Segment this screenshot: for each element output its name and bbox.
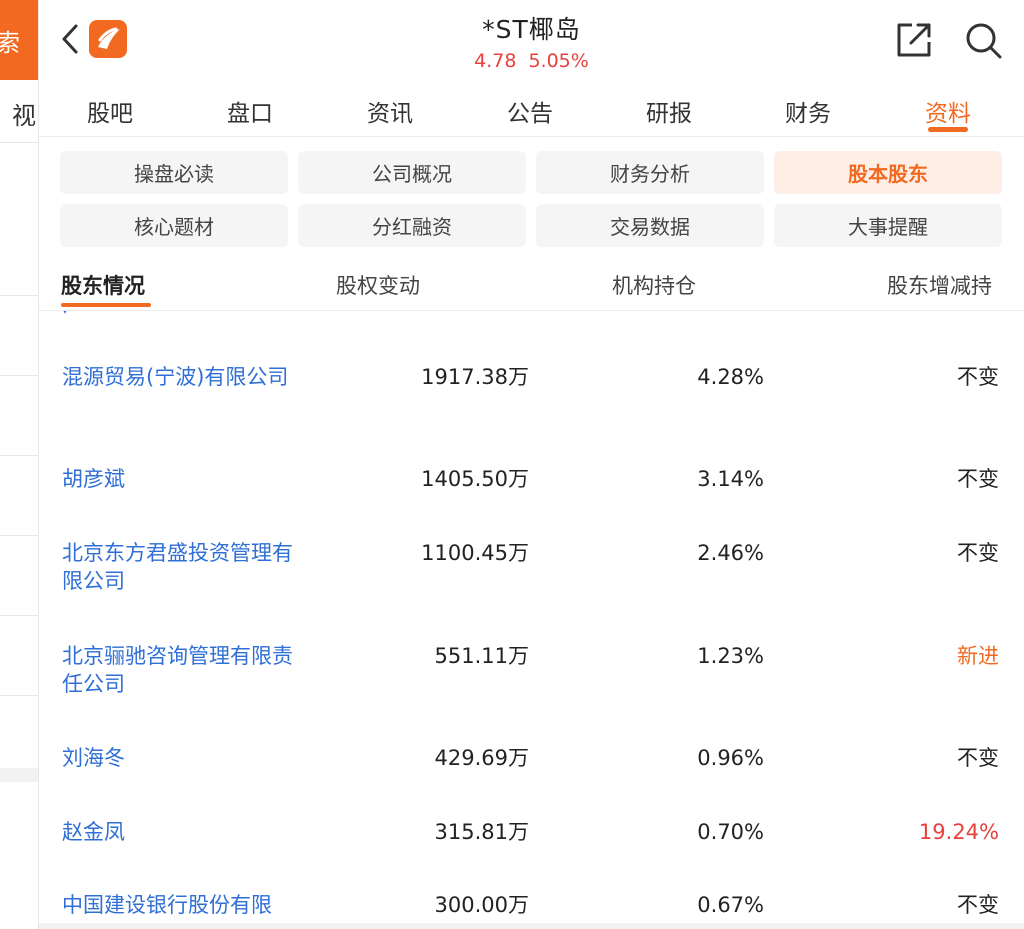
stock-price: 4.78 bbox=[474, 50, 517, 72]
holding-ratio: 0.70% bbox=[697, 820, 764, 844]
section-financial-analysis[interactable]: 财务分析 bbox=[536, 151, 764, 194]
left-search-tab[interactable]: 索 bbox=[0, 0, 38, 80]
holding-ratio: 0.96% bbox=[697, 746, 764, 770]
tab-research[interactable]: 研报 bbox=[646, 94, 692, 128]
search-icon bbox=[966, 23, 1002, 59]
subtab-equity-changes[interactable]: 股权变动 bbox=[336, 270, 420, 300]
tab-pankou[interactable]: 盘口 bbox=[227, 94, 273, 128]
share-icon bbox=[897, 23, 931, 57]
search-button[interactable] bbox=[963, 20, 1003, 60]
header: *ST椰岛 4.78 5.05% bbox=[39, 0, 1024, 80]
stock-name: *ST椰岛 bbox=[482, 15, 581, 44]
divider bbox=[0, 295, 38, 296]
section-trading-must-read[interactable]: 操盘必读 bbox=[60, 151, 288, 194]
divider bbox=[0, 535, 38, 536]
holding-change: 不变 bbox=[957, 746, 999, 770]
holding-ratio: 0.67% bbox=[697, 893, 764, 917]
divider bbox=[0, 455, 38, 456]
holding-change: 不变 bbox=[957, 467, 999, 491]
shareholder-name[interactable]: 中国建设银行股份有限 bbox=[62, 891, 294, 919]
stock-title-area: *ST椰岛 4.78 5.05% bbox=[39, 10, 1024, 72]
shareholder-table: ▾ 混源贸易(宁波)有限公司 1917.38万 4.28% 不变 胡彦斌 140… bbox=[39, 311, 1024, 923]
active-tab-indicator bbox=[928, 127, 968, 132]
holding-change: 新进 bbox=[957, 644, 999, 668]
shares-held: 429.69万 bbox=[434, 746, 529, 770]
holding-change: 不变 bbox=[957, 893, 999, 917]
section-core-themes[interactable]: 核心题材 bbox=[60, 204, 288, 247]
tab-announcements[interactable]: 公告 bbox=[507, 94, 553, 128]
main-nav: 股吧 盘口 资讯 公告 研报 财务 资料 bbox=[39, 80, 1024, 137]
tab-news[interactable]: 资讯 bbox=[367, 94, 413, 128]
divider-band bbox=[0, 768, 38, 782]
divider bbox=[0, 615, 38, 616]
holding-change: 不变 bbox=[957, 541, 999, 565]
left-underlying-panel: 索 视 bbox=[0, 0, 39, 929]
holding-change: 不变 bbox=[957, 365, 999, 389]
shares-held: 551.11万 bbox=[434, 644, 529, 668]
tab-guba[interactable]: 股吧 bbox=[87, 94, 133, 128]
holding-ratio: 3.14% bbox=[697, 467, 764, 491]
shareholder-name[interactable]: 胡彦斌 bbox=[62, 465, 294, 493]
divider bbox=[0, 375, 38, 376]
shareholder-name[interactable]: 北京东方君盛投资管理有限公司 bbox=[62, 539, 294, 595]
shares-held: 300.00万 bbox=[434, 893, 529, 917]
section-company-overview[interactable]: 公司概况 bbox=[298, 151, 526, 194]
left-tab-label: 索 bbox=[0, 23, 20, 58]
shares-held: 1405.50万 bbox=[421, 467, 529, 491]
active-subtab-indicator bbox=[61, 303, 151, 307]
holding-change: 19.24% bbox=[918, 820, 999, 844]
shareholder-name[interactable]: 刘海冬 bbox=[62, 744, 294, 772]
divider bbox=[0, 142, 38, 143]
shares-held: 1917.38万 bbox=[421, 365, 529, 389]
shareholder-name[interactable]: 赵金凤 bbox=[62, 818, 294, 846]
divider bbox=[0, 695, 38, 696]
share-button[interactable] bbox=[894, 20, 934, 60]
holding-ratio: 2.46% bbox=[697, 541, 764, 565]
stock-quote: 4.78 5.05% bbox=[39, 50, 1024, 72]
section-events[interactable]: 大事提醒 bbox=[774, 204, 1002, 247]
tab-profile[interactable]: 资料 bbox=[925, 94, 971, 128]
subtabs: 股东情况 股权变动 机构持仓 股东增减持 bbox=[39, 258, 1024, 311]
bottom-edge bbox=[39, 923, 1024, 929]
shares-held: 315.81万 bbox=[434, 820, 529, 844]
section-dividends-financing[interactable]: 分红融资 bbox=[298, 204, 526, 247]
subtab-institutional-holdings[interactable]: 机构持仓 bbox=[612, 270, 696, 300]
subtab-shareholder-info[interactable]: 股东情况 bbox=[61, 270, 145, 300]
holding-ratio: 4.28% bbox=[697, 365, 764, 389]
shareholder-name[interactable]: 北京骊驰咨询管理有限责任公司 bbox=[62, 642, 294, 698]
subtab-holding-changes[interactable]: 股东增减持 bbox=[887, 270, 992, 300]
holding-ratio: 1.23% bbox=[697, 644, 764, 668]
shares-held: 1100.45万 bbox=[421, 541, 529, 565]
shareholder-name[interactable]: 混源贸易(宁波)有限公司 bbox=[62, 363, 294, 391]
left-video-item[interactable]: 视 bbox=[12, 96, 36, 131]
section-trading-data[interactable]: 交易数据 bbox=[536, 204, 764, 247]
stock-change-pct: 5.05% bbox=[528, 50, 589, 72]
tab-finance[interactable]: 财务 bbox=[785, 94, 831, 128]
stock-profile-page: *ST椰岛 4.78 5.05% 股吧 盘口 资讯 公告 研报 财务 资料 操盘… bbox=[39, 0, 1024, 929]
section-shareholders[interactable]: 股本股东 bbox=[774, 151, 1002, 194]
